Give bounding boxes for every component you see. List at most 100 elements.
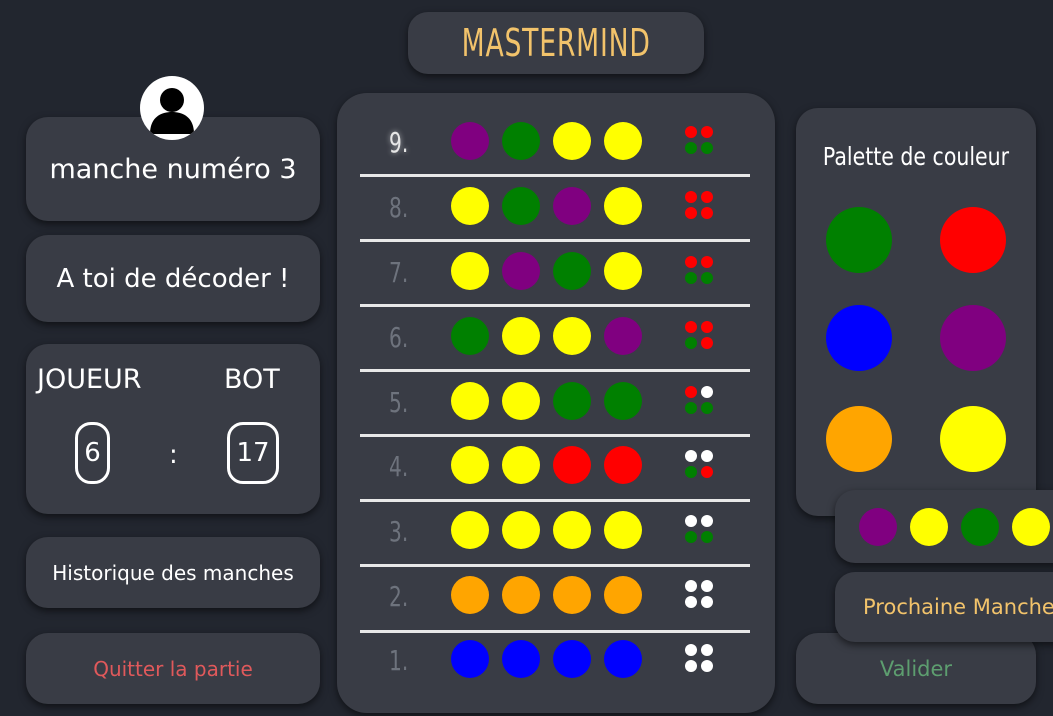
guess-peg (451, 576, 489, 614)
feedback-peg (701, 596, 713, 608)
feedback-peg (701, 450, 713, 462)
row-divider (360, 499, 750, 502)
guess-peg (604, 252, 642, 290)
row-divider (360, 174, 750, 177)
feedback-peg (685, 386, 697, 398)
guess-peg (553, 640, 591, 678)
round-label: manche numéro 3 (49, 153, 297, 185)
feedback-peg (701, 644, 713, 656)
feedback-hints (685, 580, 715, 610)
feedback-peg (685, 580, 697, 592)
turn-message: A toi de décoder ! (56, 263, 290, 294)
board-row: 6. (337, 305, 775, 370)
feedback-peg (685, 256, 697, 268)
color-palette: Palette de couleur (796, 108, 1036, 516)
board-row: 1. (337, 628, 775, 693)
board-row: 7. (337, 240, 775, 305)
feedback-peg (685, 126, 697, 138)
feedback-peg (701, 126, 713, 138)
palette-color-blue[interactable] (826, 305, 892, 371)
guess-peg (451, 382, 489, 420)
guess-peg (604, 187, 642, 225)
feedback-peg (685, 402, 697, 414)
row-number: 6. (389, 321, 409, 354)
palette-color-red[interactable] (940, 207, 1006, 273)
palette-color-green[interactable] (826, 207, 892, 273)
title-banner: MASTERMIND (408, 12, 704, 74)
feedback-hints (685, 126, 715, 156)
row-number: 3. (389, 515, 409, 548)
feedback-peg (685, 466, 697, 478)
secret-code-peg (1012, 508, 1050, 546)
history-button[interactable]: Historique des manches (26, 537, 320, 608)
guess-peg (451, 317, 489, 355)
row-divider (360, 304, 750, 307)
score-panel: JOUEUR BOT 6 : 17 (26, 344, 320, 514)
score-separator: : (169, 440, 178, 470)
bot-score-value: 17 (227, 422, 279, 484)
quit-button-label: Quitter la partie (93, 656, 253, 681)
palette-title: Palette de couleur (822, 142, 1010, 171)
guess-peg[interactable] (553, 122, 591, 160)
secret-code-panel (835, 490, 1053, 563)
row-number: 4. (389, 450, 409, 483)
row-divider (360, 369, 750, 372)
quit-game-button[interactable]: Quitter la partie (26, 633, 320, 704)
feedback-hints (685, 256, 715, 286)
row-number: 9. (389, 126, 409, 159)
guess-peg (502, 576, 540, 614)
palette-color-yellow[interactable] (940, 406, 1006, 472)
validate-button[interactable]: Valider (796, 633, 1036, 704)
feedback-peg (685, 272, 697, 284)
guess-peg (502, 511, 540, 549)
guess-peg (502, 446, 540, 484)
guess-peg (604, 446, 642, 484)
board-row: 8. (337, 175, 775, 240)
feedback-peg (685, 644, 697, 656)
feedback-hints (685, 644, 715, 674)
guess-peg (451, 446, 489, 484)
feedback-peg (701, 207, 713, 219)
feedback-peg (685, 596, 697, 608)
row-number: 7. (389, 256, 409, 289)
palette-color-purple[interactable] (940, 305, 1006, 371)
feedback-peg (685, 515, 697, 527)
feedback-peg (685, 531, 697, 543)
guess-peg (502, 640, 540, 678)
feedback-peg (701, 337, 713, 349)
feedback-hints (685, 515, 715, 545)
feedback-peg (685, 450, 697, 462)
row-divider (360, 434, 750, 437)
next-round-button[interactable]: Prochaine Manche (835, 572, 1053, 642)
validate-button-label: Valider (879, 656, 953, 681)
secret-code-peg (961, 508, 999, 546)
feedback-peg (701, 256, 713, 268)
board-row: 2. (337, 564, 775, 629)
secret-code-peg (859, 508, 897, 546)
guess-peg (604, 317, 642, 355)
feedback-hints (685, 386, 715, 416)
palette-color-orange[interactable] (826, 406, 892, 472)
feedback-peg (701, 321, 713, 333)
row-number: 8. (389, 191, 409, 224)
feedback-peg (701, 272, 713, 284)
guess-peg (553, 576, 591, 614)
guess-peg (502, 252, 540, 290)
row-divider (360, 630, 750, 633)
feedback-peg (701, 191, 713, 203)
guess-peg (553, 252, 591, 290)
guess-peg[interactable] (502, 122, 540, 160)
feedback-hints (685, 450, 715, 480)
guess-peg (451, 640, 489, 678)
game-board: 9. 8. 7. 6. 5. 4. 3. 2. 1. (337, 93, 775, 713)
feedback-peg (701, 402, 713, 414)
guess-peg (553, 382, 591, 420)
feedback-peg (701, 660, 713, 672)
guess-peg (451, 252, 489, 290)
feedback-peg (685, 142, 697, 154)
turn-panel: A toi de décoder ! (26, 235, 320, 322)
row-divider (360, 564, 750, 567)
guess-peg[interactable] (604, 122, 642, 160)
feedback-hints (685, 191, 715, 221)
guess-peg[interactable] (451, 122, 489, 160)
